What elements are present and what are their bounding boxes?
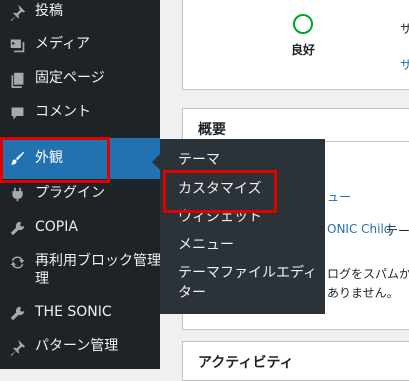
flyout-arrow (152, 154, 160, 170)
sidebar-item-label: 固定ページ (35, 70, 105, 86)
sidebar-item-label-line2: 理 (35, 271, 49, 287)
sidebar-item-posts[interactable]: 投稿 (0, 1, 160, 23)
comment-icon (7, 103, 27, 123)
sidebar-item-comments[interactable]: コメント (0, 102, 160, 124)
sidebar-item-label: 外観 (35, 150, 63, 166)
sidebar-item-media[interactable]: メディア (0, 34, 160, 56)
sidebar-item-pages[interactable]: 固定ページ (0, 68, 160, 90)
sidebar-item-label: パターン管理 (35, 338, 119, 354)
right-panel-text: サ (400, 22, 409, 36)
spam-text-line1: ログをスパムか (327, 267, 409, 281)
brush-icon (7, 148, 27, 168)
health-status-label: 良好 (291, 43, 316, 57)
health-status-indicator (293, 14, 313, 34)
sidebar-item-label: THE SONIC (35, 304, 112, 320)
sidebar-item-the-sonic[interactable]: THE SONIC (0, 302, 160, 324)
overview-title: 概要 (198, 122, 226, 138)
submenu-item-menus[interactable]: メニュー (178, 235, 234, 255)
sidebar-item-appearance[interactable]: 外観 (0, 138, 160, 179)
sidebar-item-label: メディア (35, 36, 91, 52)
right-panel-link[interactable]: サ (400, 56, 409, 73)
submenu-item-themes[interactable]: テーマ (178, 150, 220, 170)
sidebar-item-label: 再利用ブロック管理 (35, 253, 161, 269)
sidebar-item-label: プラグイン (35, 185, 105, 201)
page-icon (7, 69, 27, 89)
sidebar-item-patterns[interactable]: パターン管理 (0, 336, 160, 358)
theme-name-link[interactable]: ONIC Child (327, 222, 391, 236)
site-health-panel: 良好 (182, 0, 409, 90)
activity-title: アクティビティ (198, 355, 294, 371)
theme-label-text: テー (386, 224, 409, 238)
pin-icon (7, 337, 27, 357)
admin-sidebar: 投稿 メディア 固定ページ コメント 外観 プラグイン COPIA 再利用ブロッ… (0, 0, 161, 369)
appearance-submenu: テーマ カスタマイズ ウィジェット メニュー テーマファイルエディ ター (160, 139, 325, 314)
submenu-item-customize[interactable]: カスタマイズ (178, 179, 262, 199)
sync-icon (7, 252, 27, 272)
submenu-item-theme-editor[interactable]: テーマファイルエディ (178, 263, 317, 283)
sidebar-item-label: 投稿 (35, 3, 63, 19)
media-icon (7, 35, 27, 55)
submenu-item-theme-editor-line2[interactable]: ター (178, 283, 206, 303)
wrench-icon (7, 218, 27, 238)
spam-text-line2: ありません。 (327, 286, 399, 300)
sidebar-item-copia[interactable]: COPIA (0, 217, 160, 239)
sidebar-item-label: コメント (35, 104, 91, 120)
sidebar-item-label: COPIA (35, 219, 78, 235)
sidebar-item-plugins[interactable]: プラグイン (0, 183, 160, 205)
submenu-item-widgets[interactable]: ウィジェット (178, 207, 262, 227)
activity-panel: アクティビティ (182, 341, 409, 381)
sidebar-item-reusable-blocks[interactable]: 再利用ブロック管理 理 (0, 251, 161, 291)
wrench-icon (7, 303, 27, 323)
pin-icon (7, 2, 27, 22)
overview-link[interactable]: ュー (327, 188, 351, 205)
plugin-icon (7, 184, 27, 204)
